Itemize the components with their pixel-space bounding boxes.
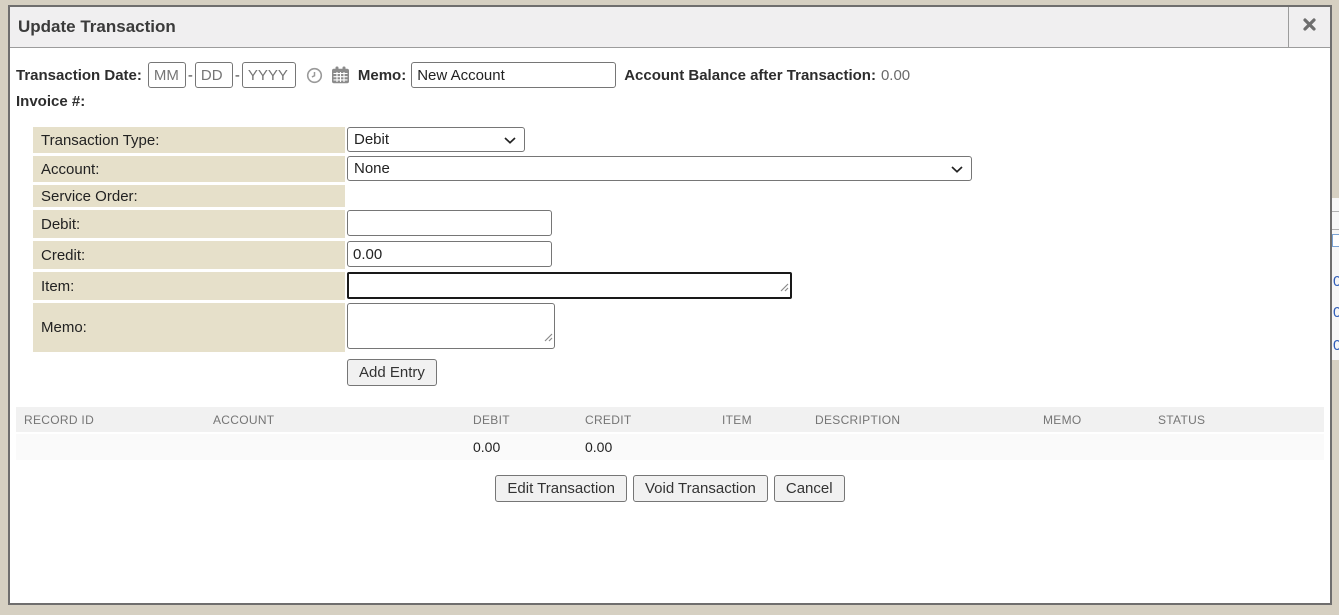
date-month-input[interactable] [148, 62, 186, 88]
account-label: Account: [33, 156, 345, 182]
form-row-item: Item: [33, 272, 1324, 300]
close-button[interactable] [1288, 7, 1330, 47]
transaction-type-selected: Debit [354, 131, 389, 148]
cancel-button[interactable]: Cancel [774, 475, 845, 502]
cell-account [205, 434, 465, 460]
date-day-input[interactable] [195, 62, 233, 88]
background-clipped-amount: 0 [1333, 273, 1339, 291]
column-header-record-id: RECORD ID [16, 407, 205, 432]
cell-item [714, 434, 807, 460]
credit-input[interactable] [347, 241, 552, 267]
account-selected: None [354, 160, 390, 177]
form-row-account: Account: None [33, 156, 1324, 182]
column-header-credit: CREDIT [577, 407, 714, 432]
account-select[interactable]: None [347, 156, 972, 181]
debit-input[interactable] [347, 210, 552, 236]
memo-input[interactable] [411, 62, 616, 88]
cell-debit: 0.00 [465, 434, 577, 460]
account-balance-label: Account Balance after Transaction: [624, 67, 876, 84]
form-row-service-order: Service Order: [33, 185, 1324, 207]
table-row: 0.00 0.00 [16, 434, 1324, 460]
transaction-type-select[interactable]: Debit [347, 127, 525, 152]
chevron-down-icon [504, 131, 516, 148]
calendar-icon[interactable] [331, 66, 350, 84]
column-header-item: ITEM [714, 407, 807, 432]
transaction-type-label: Transaction Type: [33, 127, 345, 153]
cell-description [807, 434, 1035, 460]
dialog-actions: Edit Transaction Void Transaction Cancel [16, 475, 1324, 502]
form-row-transaction-type: Transaction Type: Debit [33, 127, 1324, 153]
form-row-debit: Debit: [33, 210, 1324, 238]
background-clipped-field [1332, 234, 1339, 247]
cell-record-id [16, 434, 205, 460]
transaction-date-row: Transaction Date: - - Memo: [16, 62, 1324, 88]
column-header-memo: MEMO [1035, 407, 1150, 432]
dialog-title: Update Transaction [10, 7, 1288, 47]
entry-memo-textarea[interactable] [347, 303, 555, 349]
update-transaction-dialog: Update Transaction Transaction Date: - - [8, 5, 1332, 605]
edit-transaction-button[interactable]: Edit Transaction [495, 475, 627, 502]
background-clipped-amount: 0 [1333, 304, 1339, 322]
column-header-account: ACCOUNT [205, 407, 465, 432]
date-separator: - [188, 67, 193, 84]
form-row-credit: Credit: [33, 241, 1324, 269]
entry-memo-label: Memo: [33, 303, 345, 352]
dialog-header: Update Transaction [10, 7, 1330, 48]
entries-table-header: RECORD ID ACCOUNT DEBIT CREDIT ITEM DESC… [16, 407, 1324, 432]
service-order-label: Service Order: [33, 185, 345, 207]
cell-status [1150, 434, 1324, 460]
form-row-memo: Memo: [33, 303, 1324, 352]
resize-grip-icon[interactable] [779, 279, 789, 296]
entry-form: Transaction Type: Debit Account: None [33, 127, 1324, 352]
item-input[interactable] [347, 272, 792, 299]
chevron-down-icon [951, 160, 963, 177]
background-divider [1331, 211, 1339, 212]
void-transaction-button[interactable]: Void Transaction [633, 475, 768, 502]
clock-icon[interactable] [306, 67, 323, 84]
item-label: Item: [33, 272, 345, 300]
cell-memo [1035, 434, 1150, 460]
transaction-date-label: Transaction Date: [16, 67, 142, 84]
cell-credit: 0.00 [577, 434, 714, 460]
invoice-row: Invoice #: [16, 93, 1324, 110]
background-divider [1331, 229, 1339, 230]
account-balance-value: 0.00 [881, 67, 910, 84]
close-icon [1302, 17, 1317, 37]
invoice-number-label: Invoice #: [16, 93, 85, 110]
debit-label: Debit: [33, 210, 345, 238]
add-entry-button[interactable]: Add Entry [347, 359, 437, 386]
column-header-status: STATUS [1150, 407, 1324, 432]
background-page-sliver: 0 0 0 [1331, 198, 1339, 360]
column-header-debit: DEBIT [465, 407, 577, 432]
date-separator: - [235, 67, 240, 84]
memo-label: Memo: [358, 67, 406, 84]
background-clipped-amount: 0 [1333, 337, 1339, 355]
entries-table: RECORD ID ACCOUNT DEBIT CREDIT ITEM DESC… [16, 407, 1324, 460]
column-header-description: DESCRIPTION [807, 407, 1035, 432]
resize-grip-icon[interactable] [543, 329, 553, 347]
credit-label: Credit: [33, 241, 345, 269]
dialog-body: Transaction Date: - - Memo: [10, 48, 1330, 502]
date-year-input[interactable] [242, 62, 296, 88]
